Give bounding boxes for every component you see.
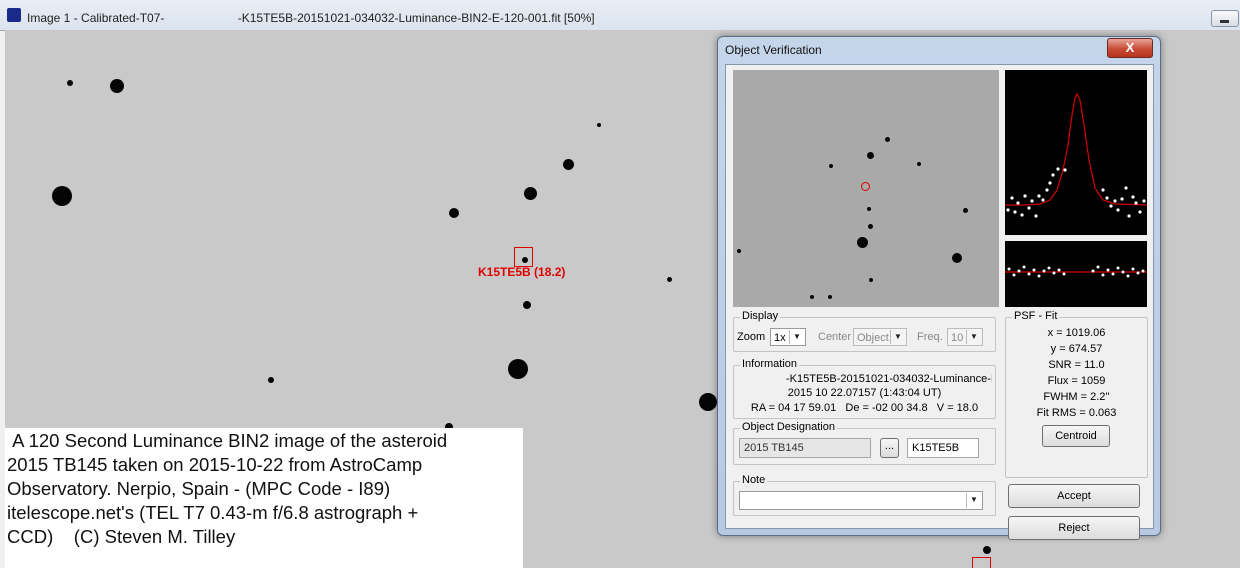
dialog-client: Display Zoom 1x ▼ Center Object ▼ Freq. … (725, 64, 1154, 540)
designation-code-field[interactable]: K15TE5B (907, 438, 979, 458)
star (867, 207, 871, 211)
star (524, 187, 537, 200)
designation-group: Object Designation 2015 TB145 ... K15TE5… (733, 421, 996, 465)
center-select[interactable]: Object ▼ (853, 328, 907, 346)
object-thumbnail[interactable] (733, 70, 999, 307)
psf-fwhm: FWHM = 2.2'' (1043, 391, 1110, 403)
caption-box: A 120 Second Luminance BIN2 image of the… (5, 428, 523, 568)
zoom-select[interactable]: 1x ▼ (770, 328, 806, 346)
object-verification-dialog: Object Verification X Display Zoom 1x ▼ … (717, 36, 1161, 540)
zoom-value: 1x (774, 332, 786, 344)
star (110, 79, 124, 93)
object-label: K15TE5B (18.2) (478, 265, 566, 279)
centroid-button[interactable]: Centroid (1042, 425, 1110, 447)
minimize-icon (1220, 20, 1229, 23)
window-title: Image 1 - Calibrated-T07- -K15TE5B-20151… (27, 11, 595, 25)
information-legend: Information (740, 358, 800, 370)
star (597, 123, 601, 127)
browse-button[interactable]: ... (880, 438, 899, 458)
freq-value: 10 (951, 332, 964, 344)
freq-label: Freq. (917, 331, 943, 343)
star (449, 208, 459, 218)
star (523, 301, 531, 309)
star (563, 159, 574, 170)
center-value: Object (857, 332, 889, 344)
psf-legend: PSF - Fit (1012, 310, 1060, 322)
info-date: 2015 10 22.07157 (1:43:04 UT) (787, 387, 942, 399)
display-group: Display Zoom 1x ▼ Center Object ▼ Freq. … (733, 310, 996, 352)
star (868, 224, 873, 229)
note-select[interactable]: ▼ (739, 491, 983, 510)
psf-samples (1006, 167, 1146, 218)
star (963, 208, 968, 213)
chevron-down-icon: ▼ (966, 330, 981, 344)
star (737, 249, 741, 253)
star (952, 253, 962, 263)
star (268, 377, 274, 383)
object-marker (514, 247, 533, 267)
star (667, 277, 672, 282)
star (867, 152, 874, 159)
star (917, 162, 921, 166)
psf-x: x = 1019.06 (1047, 327, 1106, 339)
accept-label: Accept (1057, 490, 1091, 502)
star (699, 393, 717, 411)
close-icon: X (1125, 40, 1135, 55)
app-icon (7, 8, 21, 22)
target-circle-icon (861, 182, 870, 191)
designation-legend: Object Designation (740, 421, 837, 433)
zoom-label: Zoom (737, 331, 766, 343)
psf-profile-plot (1005, 70, 1147, 235)
object-marker (972, 557, 991, 568)
psf-snr: SNR = 11.0 (1048, 359, 1105, 371)
info-coordinates: RA = 04 17 59.01 De = -02 00 34.8 V = 18… (750, 402, 979, 414)
psf-y: y = 674.57 (1050, 343, 1103, 355)
chevron-down-icon: ▼ (966, 493, 981, 508)
accept-button[interactable]: Accept (1008, 484, 1140, 508)
star (52, 186, 72, 206)
star (857, 237, 868, 248)
star (828, 295, 832, 299)
minimize-button[interactable] (1211, 10, 1239, 27)
caption-text: A 120 Second Luminance BIN2 image of the… (7, 430, 448, 547)
window-titlebar[interactable]: Image 1 - Calibrated-T07- -K15TE5B-20151… (0, 0, 1240, 31)
reject-button[interactable]: Reject (1008, 516, 1140, 540)
note-legend: Note (740, 474, 768, 486)
psf-residual-plot (1005, 241, 1147, 307)
info-filename: -K15TE5B-20151021-034032-Luminance-I (786, 373, 992, 385)
reject-label: Reject (1058, 522, 1090, 534)
center-label: Center (818, 331, 852, 343)
star (829, 164, 833, 168)
dialog-title: Object Verification (725, 43, 822, 57)
ellipsis-icon: ... (884, 440, 895, 452)
psf-fit-rms: Fit RMS = 0.063 (1036, 407, 1117, 419)
designation-field[interactable]: 2015 TB145 (739, 438, 871, 458)
display-legend: Display (740, 310, 781, 322)
close-button[interactable]: X (1107, 38, 1153, 58)
chevron-down-icon: ▼ (890, 330, 905, 344)
information-group: Information -K15TE5B-20151021-034032-Lum… (733, 358, 996, 419)
chevron-down-icon: ▼ (789, 330, 804, 344)
star (983, 546, 991, 554)
star (810, 295, 814, 299)
psf-fit-group: PSF - Fit x = 1019.06 y = 674.57 SNR = 1… (1005, 310, 1148, 478)
star (869, 278, 873, 282)
star (67, 80, 73, 86)
centroid-label: Centroid (1055, 430, 1097, 442)
star (885, 137, 890, 142)
note-group: Note ▼ (733, 474, 996, 516)
freq-select[interactable]: 10 ▼ (947, 328, 983, 346)
psf-flux: Flux = 1059 (1047, 375, 1106, 387)
star (508, 359, 528, 379)
